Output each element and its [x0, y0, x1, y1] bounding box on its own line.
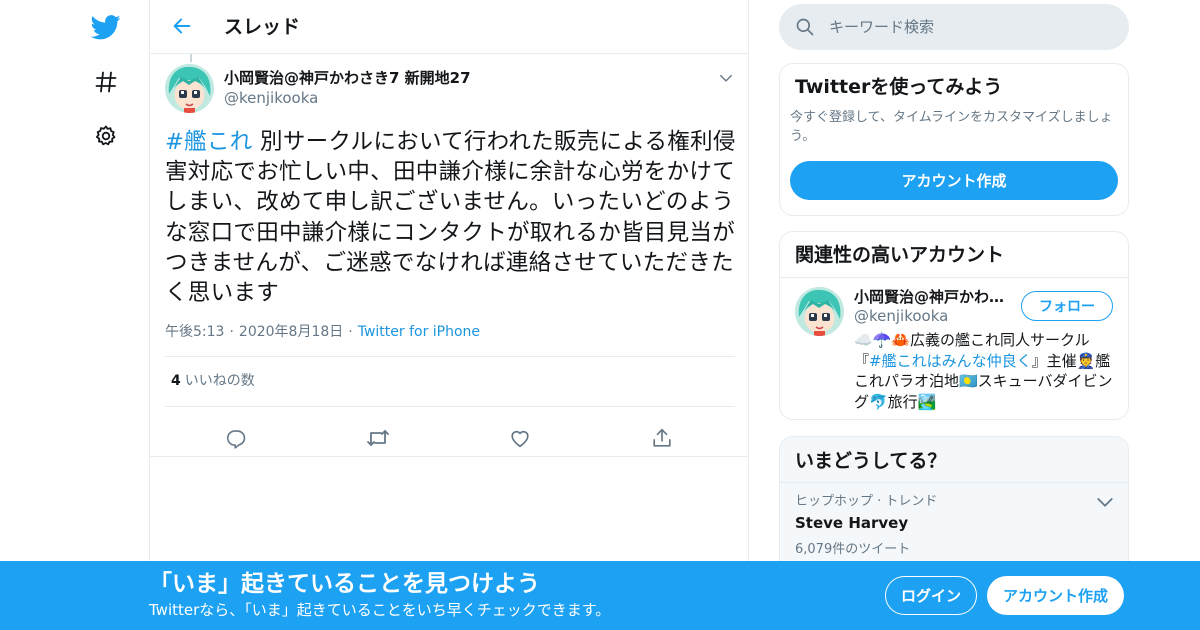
- trends-card-title: いまどうしてる？: [795, 450, 947, 472]
- meta-separator: ·: [229, 324, 234, 340]
- page-title: スレッド: [224, 16, 301, 38]
- search-input[interactable]: [829, 12, 1109, 42]
- author-handle[interactable]: @kenjikooka: [224, 88, 318, 108]
- tweet-menu-button[interactable]: [716, 68, 736, 88]
- avatar[interactable]: [795, 287, 844, 336]
- tweet-meta: 午後5:13 · 2020年8月18日 · Twitter for iPhone: [165, 322, 480, 342]
- tweet-date[interactable]: 2020年8月18日: [239, 324, 343, 340]
- like-button[interactable]: [502, 420, 538, 456]
- related-account-bio: ☁️☂️🦀広義の艦これ同人サークル『#艦これはみんな仲良く』主催👮艦これパラオ泊…: [854, 330, 1116, 412]
- page: スレッド 小岡賢治@神戸かわさき7 新開地27 @kenjikooka #艦これ…: [0, 0, 1200, 630]
- retweet-icon: [367, 430, 389, 446]
- related-accounts-card: 関連性の高いアカウント 小岡賢治@神戸かわさき7 新開地27 @kenjiko: [779, 231, 1129, 420]
- chevron-down-icon[interactable]: [1096, 493, 1114, 511]
- tweet-source-link[interactable]: Twitter for iPhone: [358, 324, 480, 340]
- retweet-button[interactable]: [360, 420, 396, 456]
- signup-card: Twitterを使ってみよう 今すぐ登録して、タイムラインをカスタマイズしましょ…: [779, 63, 1129, 216]
- likes-count: 4: [171, 373, 181, 389]
- like-icon: [511, 430, 529, 448]
- login-button[interactable]: ログイン: [885, 576, 977, 615]
- avatar[interactable]: [165, 64, 214, 113]
- author-name[interactable]: 小岡賢治@神戸かわさき7 新開地27: [224, 68, 471, 88]
- tweet-bottom-border: [150, 456, 748, 457]
- twitter-bird-icon[interactable]: [88, 9, 124, 45]
- tweet-text: #艦これ 別サークルにおいて行われた販売による権利侵害対応でお忙しい中、田中謙介…: [165, 127, 739, 308]
- related-account-name[interactable]: 小岡賢治@神戸かわさき7 新開地27: [854, 287, 1014, 307]
- thread-connector: [190, 54, 192, 62]
- chevron-down-icon: [720, 74, 732, 82]
- divider: [165, 406, 735, 407]
- thread-header: スレッド: [150, 0, 748, 54]
- signup-card-description: 今すぐ登録して、タイムラインをカスタマイズしましょう。: [790, 110, 1113, 144]
- tweet-time[interactable]: 午後5:13: [165, 324, 224, 340]
- reply-icon: [226, 429, 245, 449]
- meta-separator: ·: [348, 324, 353, 340]
- divider: [780, 277, 1128, 278]
- arrow-left-icon: [173, 18, 191, 34]
- likes-stat[interactable]: 4 いいねの数: [171, 371, 255, 391]
- trend-count: 6,079件のツイート: [795, 542, 911, 557]
- divider: [780, 482, 1128, 483]
- bio-hashtag-link[interactable]: #艦これはみんな仲良く: [869, 352, 1032, 370]
- likes-label: いいねの数: [184, 373, 255, 389]
- search-box: [779, 4, 1129, 50]
- reply-button[interactable]: [218, 420, 254, 456]
- search-icon: [796, 18, 814, 36]
- related-card-title: 関連性の高いアカウント: [795, 244, 1005, 266]
- hashtag-link[interactable]: #艦これ: [165, 129, 253, 155]
- share-button[interactable]: [644, 420, 680, 456]
- hashtag-icon[interactable]: [88, 64, 124, 100]
- trend-name: Steve Harvey: [795, 514, 909, 532]
- tweet-body: 別サークルにおいて行われた販売による権利侵害対応でお忙しい中、田中謙介様に余計な…: [165, 129, 736, 307]
- follow-button[interactable]: フォロー: [1021, 291, 1113, 321]
- signup-banner: 「いま」起きていることを見つけよう Twitterなら、「いま」起きていることを…: [0, 561, 1200, 630]
- left-nav: [80, 0, 132, 630]
- create-account-button[interactable]: アカウント作成: [790, 161, 1118, 200]
- gear-icon[interactable]: [88, 118, 124, 154]
- banner-create-account-button[interactable]: アカウント作成: [987, 576, 1124, 615]
- related-account-handle[interactable]: @kenjikooka: [854, 306, 948, 326]
- thread-column: スレッド 小岡賢治@神戸かわさき7 新開地27 @kenjikooka #艦これ…: [149, 0, 749, 630]
- signup-card-title: Twitterを使ってみよう: [795, 76, 1003, 98]
- tweet-actions: [150, 418, 748, 458]
- banner-title: 「いま」起きていることを見つけよう: [149, 571, 540, 597]
- share-icon: [653, 428, 671, 447]
- divider: [165, 356, 735, 357]
- trend-category: ヒップホップ · トレンド: [795, 494, 938, 509]
- back-button[interactable]: [168, 12, 196, 40]
- banner-subtitle: Twitterなら、「いま」起きていることをいち早くチェックできます。: [149, 601, 611, 619]
